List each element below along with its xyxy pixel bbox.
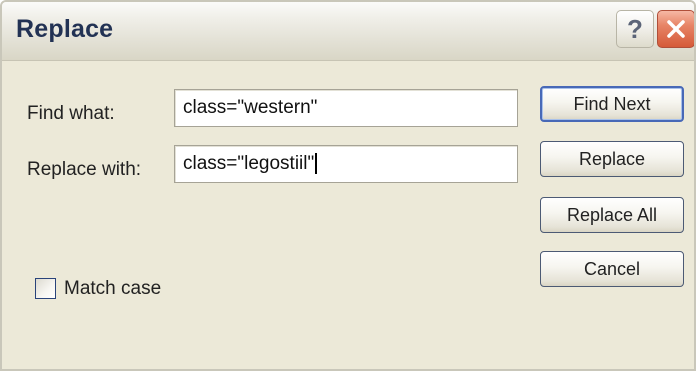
replace-with-value: class="legostiil" [183,153,315,174]
replace-all-button[interactable]: Replace All [540,197,684,233]
help-button[interactable]: ? [616,10,654,48]
title-bar[interactable]: Replace ? [2,2,694,61]
match-case-checkbox[interactable] [35,278,56,299]
replace-button[interactable]: Replace [540,141,684,177]
find-what-input[interactable]: class="western" [174,89,518,127]
find-what-value: class="western" [183,97,318,118]
replace-with-label: Replace with: [27,159,142,180]
match-case-label[interactable]: Match case [64,278,161,300]
find-what-label: Find what: [27,103,115,124]
text-cursor [315,153,318,175]
dialog-title: Replace [16,15,114,43]
question-mark-icon: ? [627,13,643,44]
replace-dialog: Replace ? Find what: class="western" Rep… [0,0,696,371]
cancel-button[interactable]: Cancel [540,251,684,287]
close-button[interactable] [657,10,694,48]
close-icon [667,20,685,38]
replace-with-input[interactable]: class="legostiil" [174,145,518,183]
find-next-button[interactable]: Find Next [540,86,684,122]
